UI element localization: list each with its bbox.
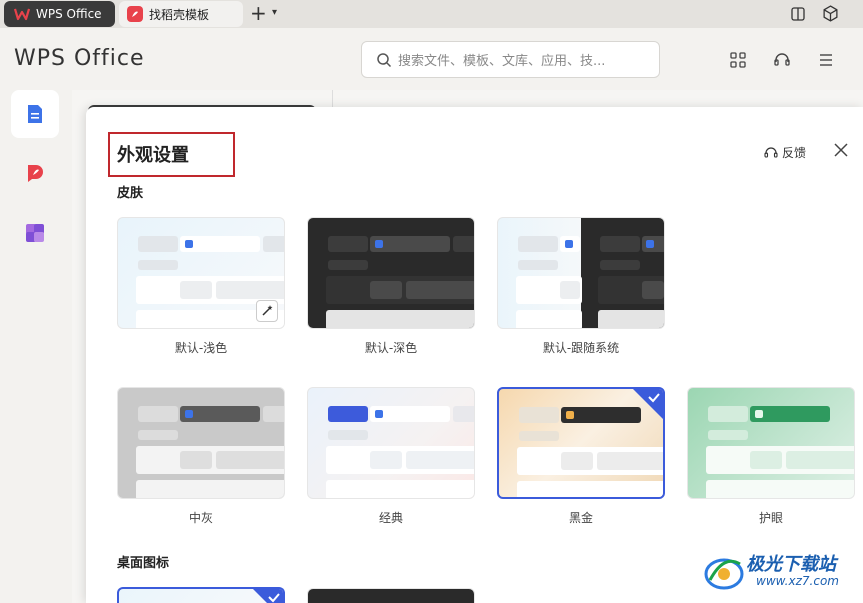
skin-label: 经典 [378,511,403,525]
headset-icon [764,146,778,158]
watermark-title: 极光下载站 [746,554,836,575]
document-icon [28,105,42,123]
tab-wps-office[interactable]: WPS Office [4,1,115,27]
skin-black-gold[interactable] [497,387,665,499]
feedback-label: 反馈 [782,146,807,160]
selected-check-icon [253,589,283,603]
chevron-down-icon[interactable]: ▾ [272,7,277,18]
close-icon[interactable] [833,142,849,158]
selected-check-icon [633,389,663,419]
feedback-button[interactable]: 反馈 [764,144,806,161]
desktop-icon-option-1[interactable] [117,587,285,603]
header: WPS Office 搜索文件、模板、文库、应用、技... [0,28,863,90]
sidebar-item-apps[interactable] [11,209,59,257]
headset-icon[interactable] [773,51,791,69]
docer-icon [28,165,43,182]
search-input[interactable]: 搜索文件、模板、文库、应用、技... [361,41,660,78]
skin-label: 默认-跟随系统 [542,341,620,355]
skin-label: 中灰 [188,511,213,525]
skin-label: 默认-浅色 [174,341,228,355]
search-icon [377,52,392,67]
tab-template[interactable]: 找稻壳模板 [119,1,243,27]
watermark-logo-icon [704,558,744,590]
docer-icon [127,6,143,22]
skin-label: 默认-深色 [364,341,418,355]
apps-grid-icon[interactable] [729,51,747,69]
brand-logo: WPS Office [14,46,145,71]
window-split-icon[interactable] [790,6,806,22]
skin-classic[interactable] [307,387,475,499]
skin-default-dark[interactable] [307,217,475,329]
skin-eye-care[interactable] [687,387,855,499]
search-placeholder: 搜索文件、模板、文库、应用、技... [398,54,606,69]
skin-medium-gray[interactable] [117,387,285,499]
section-desktop-icons-heading: 桌面图标 [117,556,170,571]
cube-icon[interactable] [822,5,839,22]
section-skin-heading: 皮肤 [117,186,144,201]
skin-default-light[interactable] [117,217,285,329]
skin-label: 护眼 [758,511,783,525]
apps-cube-icon [26,224,44,242]
sidebar-item-documents[interactable] [11,90,59,138]
skin-follow-system[interactable] [497,217,665,329]
appearance-settings-dialog: 外观设置 反馈 皮肤 默认-浅色 默认-深色 默认-跟随系统 中灰 经典 黑金 … [86,107,863,603]
skin-label: 黑金 [568,511,593,525]
menu-icon[interactable] [817,51,835,69]
tab-label: WPS Office [36,7,102,21]
watermark-url: www.xz7.com [756,574,839,588]
watermark: 极光下载站 www.xz7.com [700,548,860,598]
magic-wand-icon[interactable] [256,300,278,322]
wps-logo-icon [14,8,30,21]
sidebar-item-docer[interactable] [11,149,59,197]
tab-bar: WPS Office 找稻壳模板 + ▾ [0,0,863,28]
dialog-title: 外观设置 [117,145,189,166]
new-tab-plus-icon[interactable]: + [250,3,267,23]
tab-label: 找稻壳模板 [149,7,210,22]
desktop-icon-option-2[interactable] [307,588,475,603]
sidebar [0,90,72,603]
